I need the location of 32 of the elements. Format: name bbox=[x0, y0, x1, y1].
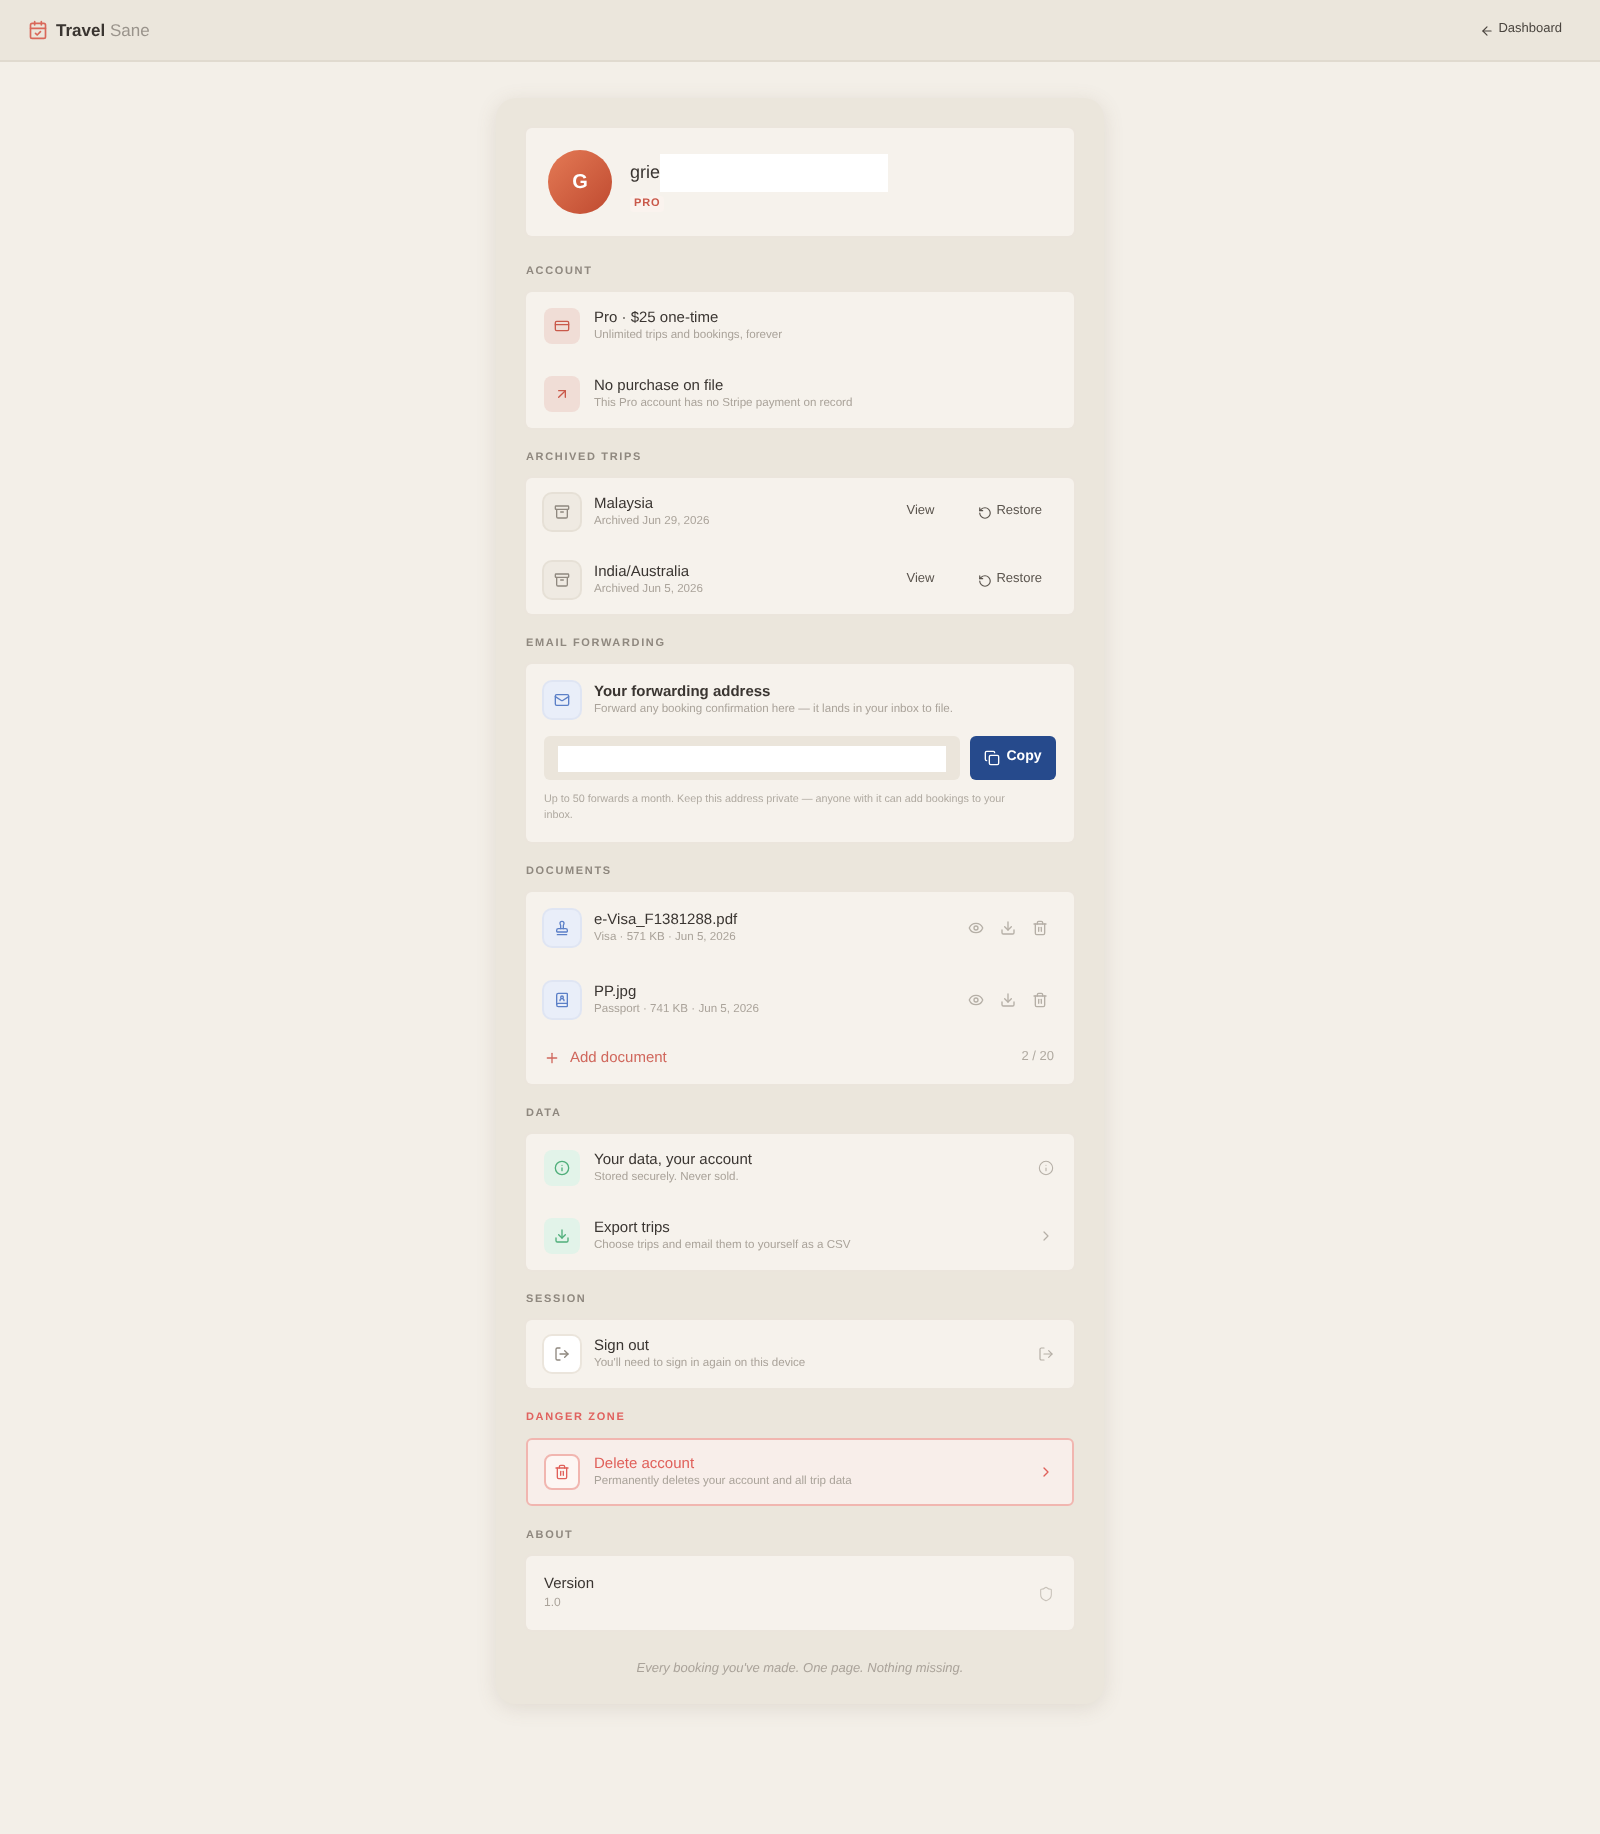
download-icon[interactable] bbox=[1000, 992, 1016, 1008]
mail-icon bbox=[544, 682, 580, 718]
download-icon bbox=[544, 1218, 580, 1254]
circular-arrow-icon bbox=[978, 573, 993, 587]
info-icon bbox=[544, 1150, 580, 1186]
calendar-check-icon bbox=[28, 20, 48, 40]
eye-icon[interactable] bbox=[968, 920, 984, 936]
chevron-right-icon[interactable] bbox=[1038, 1464, 1054, 1480]
sign-out-icon[interactable] bbox=[1038, 1346, 1054, 1362]
address-field[interactable] bbox=[544, 736, 960, 780]
credit-card-icon bbox=[544, 308, 580, 344]
sign-out-icon bbox=[544, 1336, 580, 1372]
book-person-icon bbox=[544, 982, 580, 1018]
user-name: grie bbox=[630, 161, 661, 183]
brand-name[interactable]: Travel Sane bbox=[56, 20, 150, 40]
eye-icon[interactable] bbox=[968, 992, 984, 1008]
stamp-icon bbox=[544, 910, 580, 946]
chevron-right-icon[interactable] bbox=[1038, 1228, 1054, 1244]
avatar: G bbox=[548, 150, 612, 214]
circular-arrow-icon bbox=[978, 505, 993, 519]
arrow-left-icon bbox=[1480, 23, 1495, 37]
plus-icon bbox=[544, 1050, 560, 1066]
shield-icon bbox=[1038, 1585, 1054, 1601]
trash-icon[interactable] bbox=[1032, 920, 1048, 936]
info-icon[interactable] bbox=[1038, 1160, 1054, 1176]
download-icon[interactable] bbox=[1000, 920, 1016, 936]
arrow-up-right-icon bbox=[544, 376, 580, 412]
trash-icon bbox=[544, 1454, 580, 1490]
archive-box-icon bbox=[544, 562, 580, 598]
archive-box-icon bbox=[544, 494, 580, 530]
copy-icon bbox=[984, 750, 1001, 766]
trash-icon[interactable] bbox=[1032, 992, 1048, 1008]
